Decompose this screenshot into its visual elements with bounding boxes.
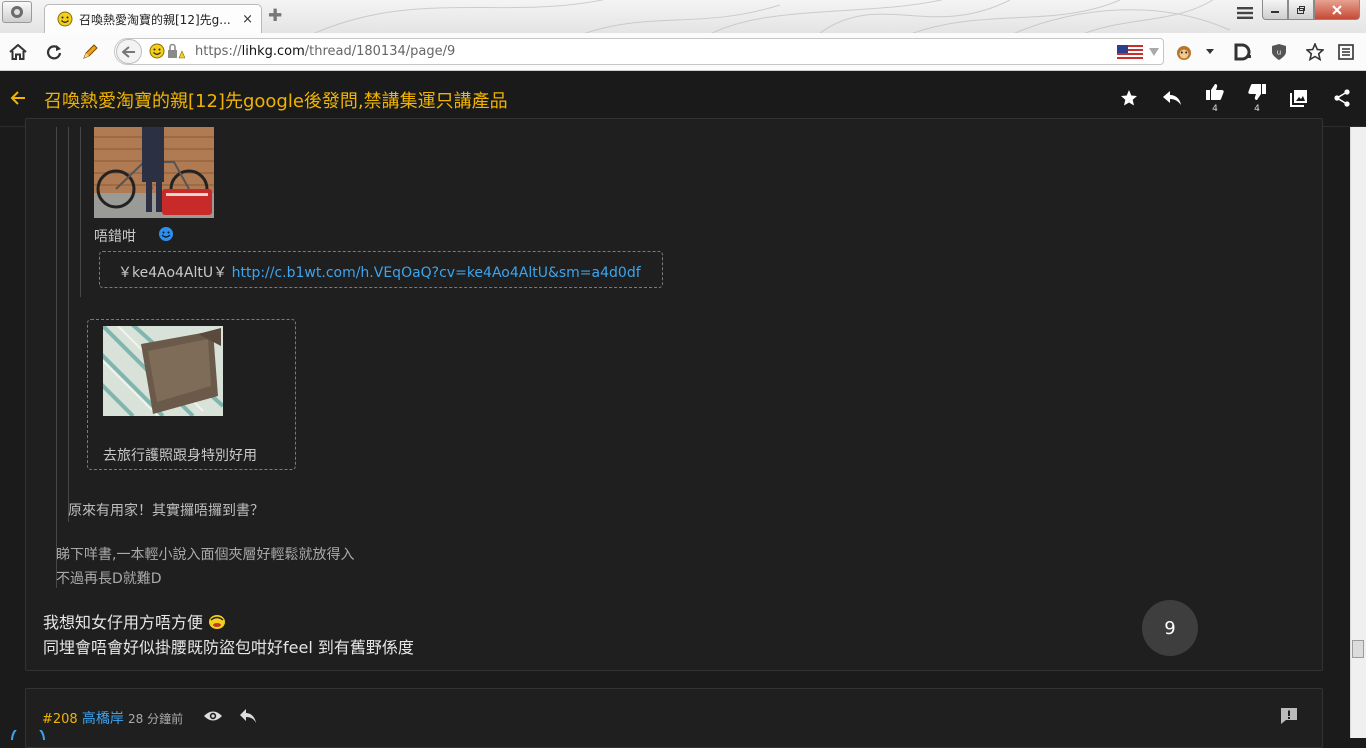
minimize-icon — [1271, 10, 1279, 13]
favorite-button[interactable] — [1118, 87, 1140, 109]
page-number-badge[interactable]: 9 — [1142, 600, 1198, 656]
restore-icon — [1297, 5, 1305, 14]
edit-pencil-button[interactable] — [80, 42, 100, 62]
image2-caption: 去旅行護照跟身特別好用 — [103, 448, 257, 464]
post-time: 28 分鐘前 — [128, 712, 184, 726]
quote-level1-line2: 不過再長D就難D — [56, 571, 162, 587]
upvote-count: 4 — [1212, 104, 1218, 114]
close-icon — [1332, 4, 1342, 15]
new-tab-icon[interactable]: ✚ — [268, 8, 282, 25]
gallery-button[interactable] — [1288, 87, 1310, 109]
back-arrow-icon[interactable] — [8, 88, 28, 108]
chevron-down-icon[interactable] — [1149, 48, 1159, 56]
minimize-button[interactable] — [1262, 0, 1288, 20]
svg-text:u: u — [1277, 49, 1281, 57]
thumbs-up-icon — [1206, 84, 1224, 100]
browser-tab-bar: 召喚熱愛淘寶的親[12]先g... × ✚ — [0, 0, 1366, 33]
url-text: https://lihkg.com/thread/180134/page/9 — [195, 44, 456, 59]
downvote-count: 4 — [1254, 104, 1260, 114]
extension-d-button[interactable] — [1233, 42, 1253, 62]
post-username[interactable]: 高橋岸 — [82, 711, 124, 727]
extension-monkey-button[interactable] — [1174, 42, 1194, 62]
bag-photo — [103, 326, 223, 416]
post-image-bag[interactable] — [103, 326, 223, 416]
extension-dropdown[interactable] — [1204, 42, 1216, 62]
taobao-link-line: ￥ke4Ao4AltU￥ http://c.b1wt.com/h.VEqOaQ?… — [118, 262, 641, 282]
star-outline-icon — [1306, 43, 1324, 61]
reload-button[interactable] — [44, 42, 64, 62]
arrow-left-icon — [122, 45, 135, 58]
post-reply-icon[interactable] — [239, 708, 257, 724]
browser-tab-active[interactable]: 召喚熱愛淘寶的親[12]先g... × — [44, 4, 262, 33]
quote-level2-text: 原來有用家！其實攞唔攞到書？ — [68, 503, 264, 519]
browser-menu-button[interactable] — [2, 1, 32, 23]
insecure-lock-warning-icon[interactable] — [167, 43, 185, 59]
d-logo-icon — [1234, 43, 1251, 61]
next-post-meta: #208 高橋岸 28 分鐘前 — [42, 708, 183, 728]
us-flag-icon[interactable] — [1117, 45, 1143, 59]
caret-down-icon — [1206, 49, 1214, 54]
tab-title: 召喚熱愛淘寶的親[12]先g... — [79, 12, 231, 27]
quote-bar-level1 — [56, 127, 57, 588]
report-icon[interactable] — [1280, 707, 1298, 725]
shield-icon: u — [1272, 44, 1286, 60]
smiley-favicon-icon — [57, 11, 73, 27]
quote-bar-level3 — [80, 127, 81, 297]
bicycle-photo — [94, 127, 214, 218]
scrollbar-thumb[interactable] — [1352, 640, 1364, 658]
home-button[interactable] — [8, 42, 28, 62]
reading-list-button[interactable] — [1336, 42, 1356, 62]
reply-button[interactable] — [1161, 87, 1183, 109]
post-image-bicycle[interactable] — [94, 127, 214, 218]
browser-toolbar: https://lihkg.com/thread/180134/page/9 u — [0, 33, 1366, 71]
thumbs-down-icon — [1248, 84, 1266, 100]
image-gallery-icon — [1290, 90, 1307, 107]
close-window-button[interactable] — [1314, 0, 1360, 20]
taobao-link[interactable]: http://c.b1wt.com/h.VEqOaQ?cv=ke4Ao4AltU… — [232, 265, 641, 281]
address-bar[interactable]: https://lihkg.com/thread/180134/page/9 — [114, 38, 1164, 65]
share-button[interactable] — [1331, 87, 1353, 109]
reload-icon — [46, 45, 62, 60]
quote-level1-line1: 睇下咩書,一本輕小說入面個夾層好輕鬆就放得入 — [56, 547, 355, 563]
avatar-edge — [11, 730, 45, 740]
emoji-face-icon — [209, 615, 226, 629]
ublock-button[interactable]: u — [1269, 42, 1289, 62]
taobao-code: ￥ke4Ao4AltU￥ — [118, 265, 228, 281]
pencil-icon — [83, 44, 98, 59]
home-icon — [9, 44, 27, 60]
share-icon — [1334, 89, 1350, 107]
post-body-line1: 我想知女仔用方唔方便 — [43, 609, 226, 633]
reply-icon — [1163, 91, 1181, 105]
thread-title: 召喚熱愛淘寶的親[12]先google後發問,禁講集運只講產品 — [44, 91, 508, 112]
list-panel-icon — [1338, 44, 1354, 60]
hamburger-menu-icon[interactable] — [1236, 6, 1254, 20]
eye-icon[interactable] — [203, 708, 223, 724]
quote-inner-caption: 唔錯咁 — [94, 229, 136, 245]
quote-bar-level2 — [68, 127, 69, 522]
maximize-button[interactable] — [1288, 0, 1314, 20]
emoji-smiley-icon — [159, 227, 173, 241]
star-icon — [1121, 90, 1137, 106]
bookmark-star-button[interactable] — [1305, 42, 1325, 62]
site-smiley-icon — [149, 43, 165, 59]
downvote-button[interactable] — [1246, 81, 1268, 103]
monkey-face-icon — [1177, 46, 1191, 60]
browser-logo-icon — [11, 6, 23, 18]
post-body-line2: 同埋會唔會好似掛腰既防盜包咁好feel 到有舊野係度 — [43, 638, 414, 657]
upvote-button[interactable] — [1204, 81, 1226, 103]
back-button[interactable] — [116, 39, 142, 64]
post-number[interactable]: #208 — [42, 712, 78, 727]
tab-close-icon[interactable]: × — [242, 12, 253, 27]
